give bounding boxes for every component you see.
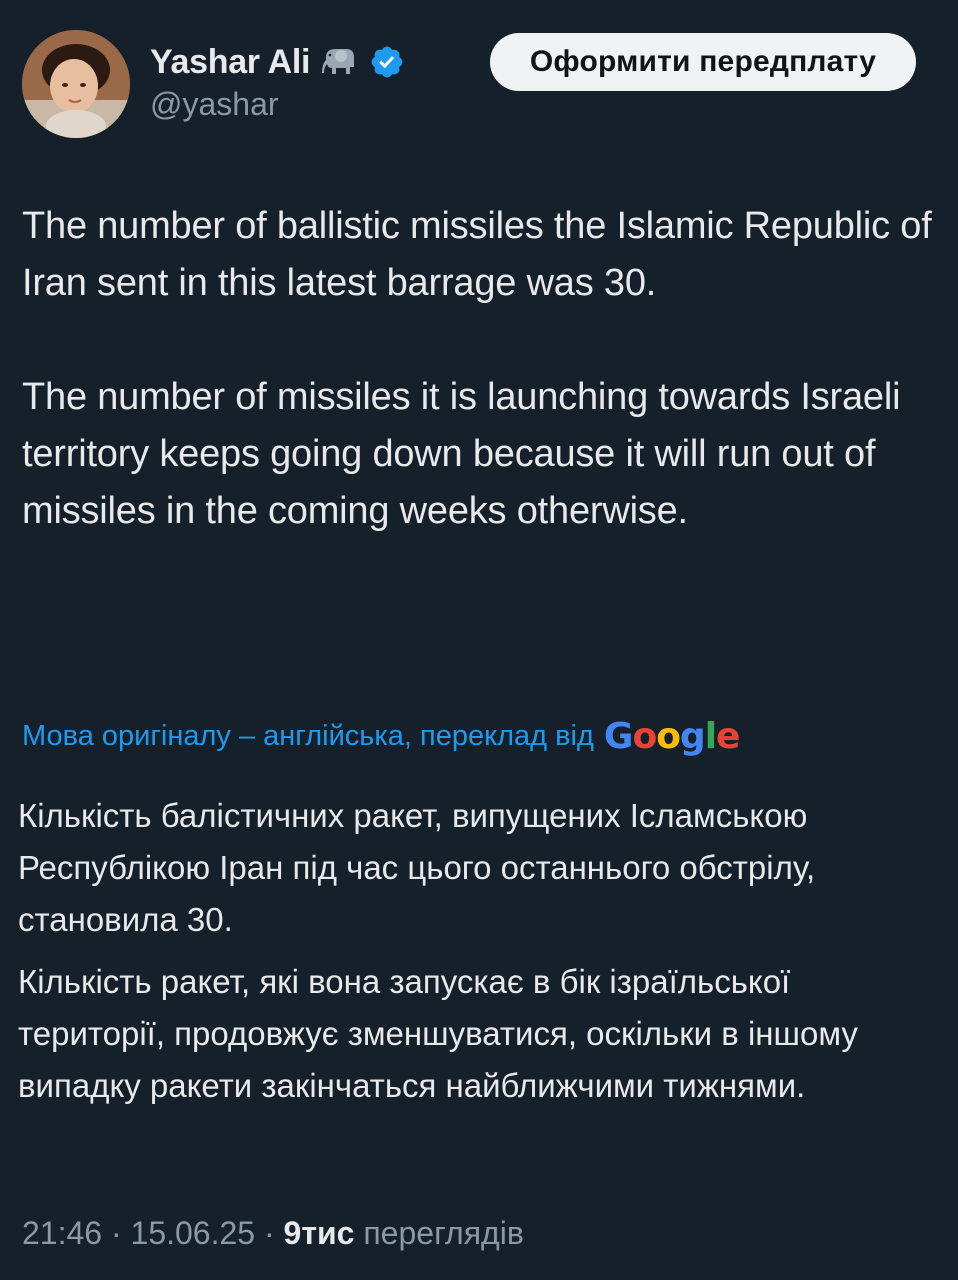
avatar[interactable] [22, 30, 130, 138]
translated-body: Кількість балістичних ракет, випущених І… [18, 790, 938, 1112]
translated-paragraph: Кількість балістичних ракет, випущених І… [18, 797, 816, 938]
author-handle[interactable]: @yashar [150, 86, 279, 123]
tweet-date[interactable]: 15.06.25 [131, 1215, 256, 1252]
author-name-row: Yashar Ali [150, 40, 406, 84]
elephant-icon [320, 43, 358, 81]
tweet-paragraph: The number of ballistic missiles the Isl… [22, 205, 932, 304]
meta-separator: · [255, 1214, 284, 1251]
translation-note-text: Мова оригіналу – англійська, переклад ві… [22, 719, 594, 752]
tweet-header: Yashar Ali @yashar Оформити передплату [0, 0, 958, 150]
tweet-meta: 21:46 · 15.06.25 · 9тис переглядів [22, 1210, 524, 1256]
views-count[interactable]: 9тис [284, 1215, 355, 1252]
translated-paragraph: Кількість ракет, які вона запускає в бік… [18, 963, 858, 1104]
verified-icon[interactable] [368, 43, 406, 81]
meta-separator: · [102, 1214, 131, 1251]
author-display-name[interactable]: Yashar Ali [150, 43, 310, 82]
tweet-time[interactable]: 21:46 [22, 1215, 102, 1252]
subscribe-button[interactable]: Оформити передплату [490, 33, 916, 91]
tweet-paragraph: The number of missiles it is launching t… [22, 376, 901, 532]
avatar-photo [22, 30, 130, 138]
tweet-body: The number of ballistic missiles the Isl… [22, 198, 932, 540]
google-logo: Google [603, 715, 741, 757]
translation-note[interactable]: Мова оригіналу – англійська, переклад ві… [22, 712, 741, 760]
views-label: переглядів [354, 1214, 524, 1251]
